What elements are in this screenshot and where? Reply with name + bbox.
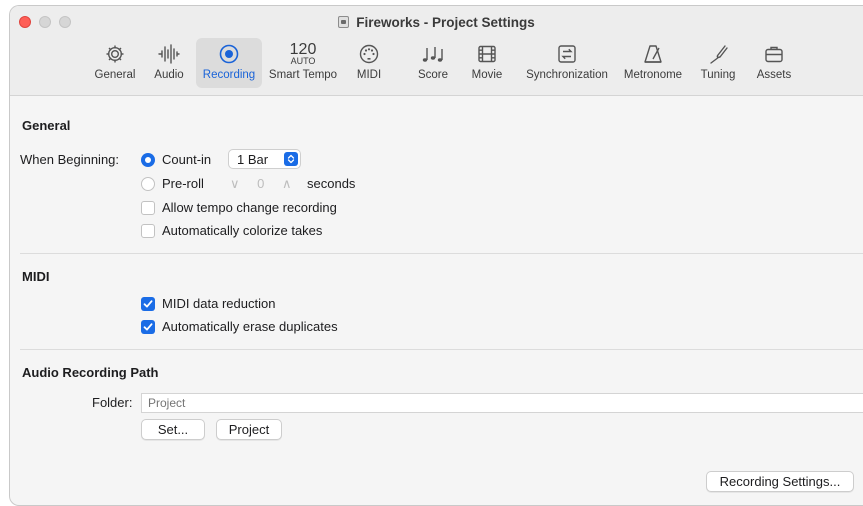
recording-settings-button[interactable]: Recording Settings... — [706, 471, 854, 492]
pre-roll-label: Pre-roll — [162, 176, 204, 191]
section-title-audio-recording-path: Audio Recording Path — [22, 365, 159, 380]
folder-path-field[interactable] — [141, 393, 863, 413]
tab-audio[interactable]: Audio — [149, 38, 189, 88]
tab-general[interactable]: General — [87, 38, 143, 88]
erase-duplicates-checkbox[interactable] — [141, 320, 155, 334]
section-title-general: General — [22, 118, 71, 133]
tab-recording[interactable]: Recording — [196, 38, 262, 88]
gear-icon — [104, 41, 126, 67]
window-title: Fireworks - Project Settings — [10, 15, 863, 30]
document-icon — [338, 16, 350, 28]
tab-synchronization[interactable]: Synchronization — [519, 38, 615, 88]
music-notes-icon — [420, 41, 446, 67]
tuning-fork-icon — [706, 41, 730, 67]
folder-label: Folder: — [92, 395, 133, 410]
briefcase-icon — [763, 41, 785, 67]
film-icon — [476, 41, 498, 67]
tab-assets[interactable]: Assets — [751, 38, 797, 88]
tab-smart-tempo[interactable]: 120 AUTO Smart Tempo — [265, 38, 341, 88]
record-icon — [218, 41, 240, 67]
count-in-radio[interactable] — [141, 153, 155, 167]
midi-port-icon — [358, 41, 380, 67]
allow-tempo-change-checkbox[interactable] — [141, 201, 155, 215]
section-title-midi: MIDI — [22, 269, 50, 284]
allow-tempo-change-label: Allow tempo change recording — [162, 200, 337, 215]
smart-tempo-icon: 120 AUTO — [289, 41, 317, 66]
divider — [20, 349, 863, 350]
when-beginning-label: When Beginning: — [20, 152, 120, 167]
pre-roll-unit: seconds — [307, 176, 356, 191]
chevron-up-down-icon — [284, 152, 298, 166]
tab-score[interactable]: Score — [413, 38, 453, 88]
recording-settings-pane: General When Beginning: Count-in 1 Bar P… — [10, 96, 863, 505]
decrement-icon[interactable]: ∨ — [230, 176, 240, 191]
increment-icon[interactable]: ∧ — [282, 176, 292, 191]
midi-data-reduction-label: MIDI data reduction — [162, 296, 276, 311]
title-bar: Fireworks - Project Settings General Aud… — [10, 6, 863, 96]
sync-icon — [556, 41, 578, 67]
set-folder-button[interactable]: Set... — [141, 419, 205, 440]
erase-duplicates-label: Automatically erase duplicates — [162, 319, 338, 334]
tab-metronome[interactable]: Metronome — [619, 38, 687, 88]
tab-tuning[interactable]: Tuning — [694, 38, 742, 88]
auto-colorize-checkbox[interactable] — [141, 224, 155, 238]
auto-colorize-label: Automatically colorize takes — [162, 223, 323, 238]
divider — [20, 253, 863, 254]
metronome-icon — [641, 41, 665, 67]
project-folder-button[interactable]: Project — [216, 419, 282, 440]
pre-roll-radio[interactable] — [141, 177, 155, 191]
pre-roll-value: 0 — [257, 176, 265, 191]
midi-data-reduction-checkbox[interactable] — [141, 297, 155, 311]
count-in-popup[interactable]: 1 Bar — [228, 149, 301, 169]
pre-roll-stepper[interactable]: ∨ 0 ∧ — [230, 176, 292, 192]
tab-midi[interactable]: MIDI — [349, 38, 389, 88]
count-in-label: Count-in — [162, 152, 212, 167]
settings-toolbar: General Audio Recording 120 AUTO Smart T… — [10, 38, 863, 90]
project-settings-window: Fireworks - Project Settings General Aud… — [9, 5, 863, 506]
waveform-icon — [157, 41, 181, 67]
tab-movie[interactable]: Movie — [466, 38, 508, 88]
